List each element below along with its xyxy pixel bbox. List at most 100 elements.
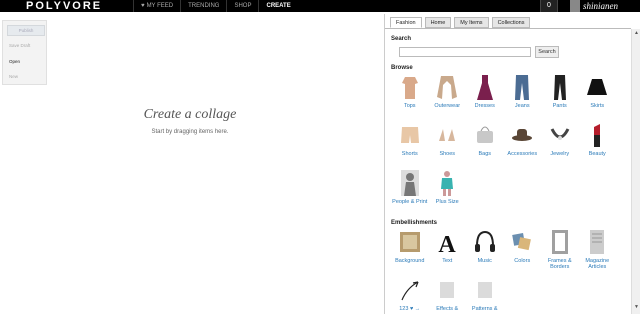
- category-label: 123 ♥ →: [399, 306, 421, 312]
- necklace-icon: [549, 121, 571, 149]
- effects-icon: [436, 276, 458, 304]
- bag-icon: [474, 121, 496, 149]
- embellishments-grid: Background A Text Music Colors Frames & Borde…: [391, 228, 616, 324]
- headphones-icon: [474, 228, 496, 256]
- tab-my-items[interactable]: My Items: [454, 17, 489, 28]
- dress-icon: [474, 73, 496, 101]
- category-plus-size[interactable]: Plus Size: [429, 169, 467, 217]
- magazine-icon: [586, 228, 608, 256]
- nav-label: CREATE: [266, 3, 291, 9]
- category-patterns[interactable]: Patterns &: [466, 276, 504, 324]
- frame-icon: [549, 228, 571, 256]
- category-123[interactable]: 123 ♥ →: [391, 276, 429, 324]
- category-accessories[interactable]: Accessories: [504, 121, 542, 169]
- embellishments-label: Embellishments: [391, 220, 438, 226]
- heart-icon: ♥: [141, 3, 145, 9]
- person-icon: [399, 169, 421, 197]
- save-draft-item[interactable]: Save Draft: [9, 43, 30, 48]
- category-colors[interactable]: Colors: [504, 228, 542, 276]
- nav-my-feed[interactable]: ♥ MY FEED: [133, 0, 180, 12]
- category-beauty[interactable]: Beauty: [579, 121, 617, 169]
- tab-home[interactable]: Home: [424, 17, 452, 28]
- nav-trending[interactable]: TRENDING: [180, 0, 226, 12]
- category-shorts[interactable]: Shorts: [391, 121, 429, 169]
- arrow-icon: [399, 276, 421, 304]
- scroll-up-icon[interactable]: ▲: [632, 30, 640, 38]
- nav-label: TRENDING: [188, 3, 220, 9]
- panel-scrollbar[interactable]: ▲ ▼: [631, 29, 640, 314]
- category-effects[interactable]: Effects &: [429, 276, 467, 324]
- category-label: Accessories: [507, 151, 538, 157]
- shoes-icon: [436, 121, 458, 149]
- nav-label: SHOP: [234, 3, 252, 9]
- category-label: Patterns &: [471, 306, 498, 312]
- nav-label: MY FEED: [146, 3, 174, 9]
- skirt-icon: [586, 73, 608, 101]
- category-label: Bags: [478, 151, 492, 157]
- logo[interactable]: POLYVORE: [26, 0, 102, 12]
- category-background[interactable]: Background: [391, 228, 429, 276]
- category-label: Background: [395, 258, 425, 264]
- jacket-icon: [436, 73, 458, 101]
- nav-create[interactable]: CREATE: [258, 0, 297, 12]
- search-label: Search: [391, 36, 412, 42]
- category-label: Jewelry: [550, 151, 570, 157]
- category-label: Effects &: [436, 306, 459, 312]
- search-input[interactable]: [399, 47, 531, 57]
- notification-badge[interactable]: 0: [540, 0, 558, 12]
- search-button[interactable]: Search: [535, 46, 559, 58]
- scroll-down-icon[interactable]: ▼: [632, 304, 640, 312]
- username[interactable]: shinianen: [583, 0, 618, 12]
- canvas-title: Create a collage: [143, 107, 237, 122]
- browse-grid: Tops Outerwear Dresses Jeans Pants Skirts Shor…: [391, 73, 616, 217]
- category-label: Dresses: [474, 103, 495, 109]
- category-text[interactable]: A Text: [429, 228, 467, 276]
- category-pants[interactable]: Pants: [541, 73, 579, 121]
- top-navigation-bar: POLYVORE ♥ MY FEED TRENDING SHOP CREATE …: [0, 0, 640, 12]
- main-nav: ♥ MY FEED TRENDING SHOP CREATE: [133, 0, 298, 12]
- top-icon: [399, 73, 421, 101]
- category-label: Pants: [552, 103, 567, 109]
- background-icon: [399, 228, 421, 256]
- nav-shop[interactable]: SHOP: [226, 0, 258, 12]
- jeans-icon: [511, 73, 533, 101]
- category-jeans[interactable]: Jeans: [504, 73, 542, 121]
- category-label: Magazine Articles: [585, 258, 610, 270]
- category-outerwear[interactable]: Outerwear: [429, 73, 467, 121]
- text-icon: A: [436, 228, 458, 258]
- category-magazine-articles[interactable]: Magazine Articles: [579, 228, 617, 276]
- tab-collections[interactable]: Collections: [491, 17, 531, 28]
- category-label: Jeans: [514, 103, 530, 109]
- open-item[interactable]: Open: [9, 59, 20, 64]
- category-shoes[interactable]: Shoes: [429, 121, 467, 169]
- category-label: Music: [477, 258, 492, 264]
- category-dresses[interactable]: Dresses: [466, 73, 504, 121]
- category-people-print[interactable]: People & Print: [391, 169, 429, 217]
- tab-fashion[interactable]: Fashion: [390, 17, 422, 28]
- category-frames-borders[interactable]: Frames & Borders: [541, 228, 579, 276]
- hat-icon: [511, 121, 533, 149]
- category-label: Text: [442, 258, 453, 264]
- category-bags[interactable]: Bags: [466, 121, 504, 169]
- category-label: Outerwear: [434, 103, 461, 109]
- item-browser-panel: Fashion Home My Items Collections Search…: [384, 14, 640, 314]
- new-item[interactable]: New: [9, 74, 18, 79]
- category-label: Tops: [403, 103, 416, 109]
- category-label: Frames & Borders: [547, 258, 572, 270]
- avatar[interactable]: [570, 0, 580, 12]
- category-label: Plus Size: [435, 199, 459, 205]
- lipstick-icon: [586, 121, 608, 149]
- color-swatches-icon: [511, 228, 533, 256]
- category-label: Colors: [514, 258, 531, 264]
- shorts-icon: [399, 121, 421, 149]
- category-music[interactable]: Music: [466, 228, 504, 276]
- category-tops[interactable]: Tops: [391, 73, 429, 121]
- category-label: Beauty: [588, 151, 606, 157]
- tab-divider: [385, 28, 631, 29]
- category-jewelry[interactable]: Jewelry: [541, 121, 579, 169]
- publish-button[interactable]: Publish: [7, 25, 45, 36]
- category-label: Shorts: [401, 151, 418, 157]
- category-skirts[interactable]: Skirts: [579, 73, 617, 121]
- collage-canvas[interactable]: [48, 14, 383, 314]
- plus-size-icon: [436, 169, 458, 197]
